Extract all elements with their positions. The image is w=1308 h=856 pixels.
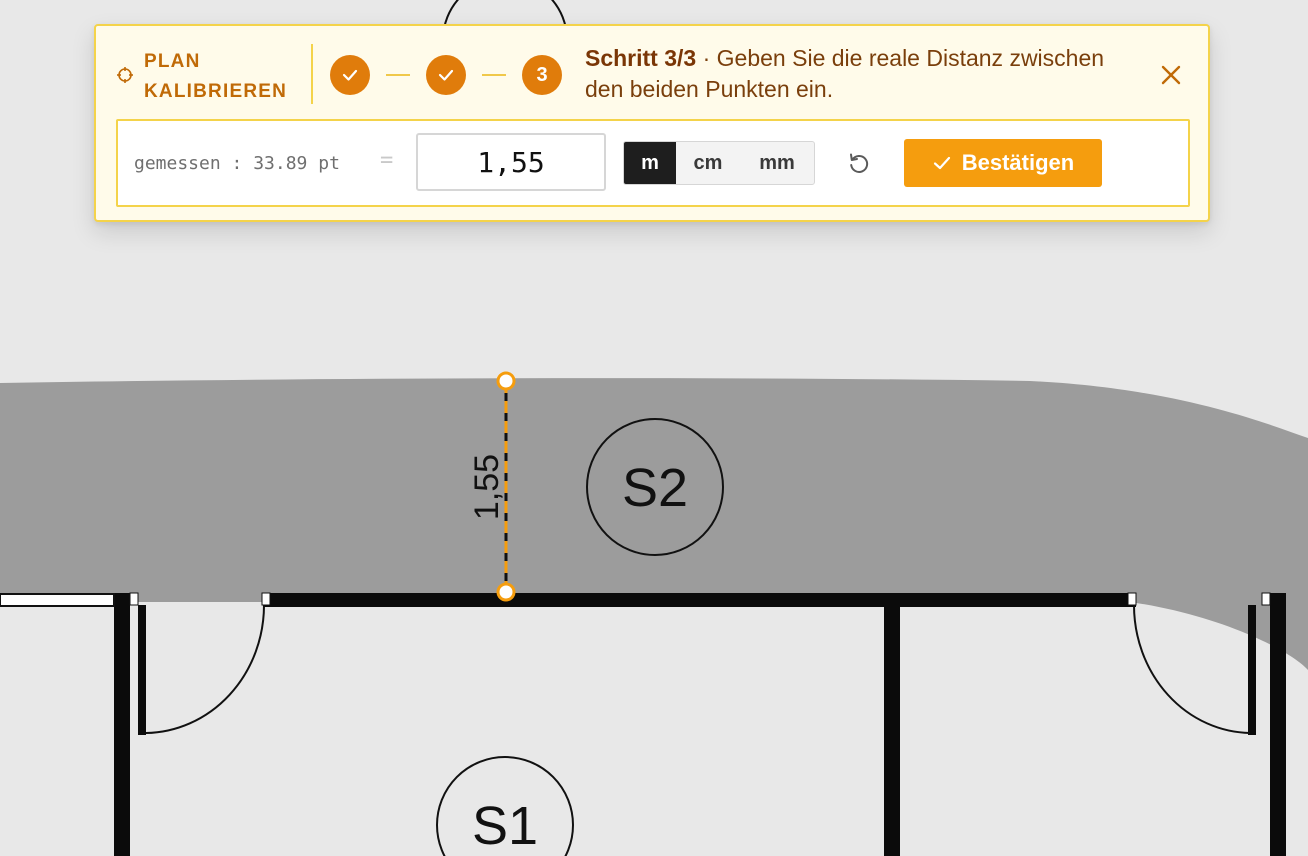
step-separator: · [696, 45, 717, 71]
confirm-label: Bestätigen [961, 150, 1075, 175]
check-icon [438, 69, 454, 81]
panel-title: PLAN KALIBRIEREN [144, 51, 288, 102]
check-icon [933, 156, 950, 170]
room-marker-s1[interactable]: S1 [436, 756, 574, 856]
close-icon[interactable] [1156, 60, 1186, 90]
check-icon [342, 69, 358, 81]
calibration-point-end[interactable] [496, 582, 516, 602]
unit-selector: m cm mm [623, 141, 815, 185]
room-label-s2: S2 [622, 458, 688, 518]
walls [114, 593, 1286, 856]
calibration-point-start[interactable] [496, 371, 516, 391]
measured-distance: gemessen : 33.89 pt [134, 153, 340, 174]
step-connector [386, 74, 410, 76]
door-swing-left [145, 604, 265, 734]
step-2-done [426, 55, 466, 95]
crosshair-icon [117, 67, 133, 83]
distance-input[interactable] [416, 133, 606, 191]
corridor-fill [0, 378, 1308, 670]
unit-option-m[interactable]: m [624, 142, 676, 184]
reset-icon[interactable] [846, 150, 872, 176]
step-counter: Schritt 3/3 [585, 45, 697, 71]
step-instruction: Schritt 3/3 · Geben Sie die reale Distan… [585, 43, 1145, 105]
unit-option-cm[interactable]: cm [676, 142, 740, 184]
distance-input-row: gemessen : 33.89 pt = m cm mm Bestätigen [116, 119, 1190, 207]
equals-sign: = [380, 148, 394, 173]
step-1-done [330, 55, 370, 95]
dimension-label: 1,55 [468, 454, 506, 520]
step-3-active: 3 [522, 55, 562, 95]
confirm-button[interactable]: Bestätigen [904, 139, 1102, 187]
room-label-s1: S1 [472, 796, 538, 856]
calibration-panel: PLAN KALIBRIEREN 3 Schritt 3/3 · Geben S… [94, 24, 1210, 222]
title-divider [311, 44, 313, 104]
step-connector [482, 74, 506, 76]
unit-option-mm[interactable]: mm [740, 142, 814, 184]
calibration-header: PLAN KALIBRIEREN 3 Schritt 3/3 · Geben S… [96, 26, 1208, 120]
